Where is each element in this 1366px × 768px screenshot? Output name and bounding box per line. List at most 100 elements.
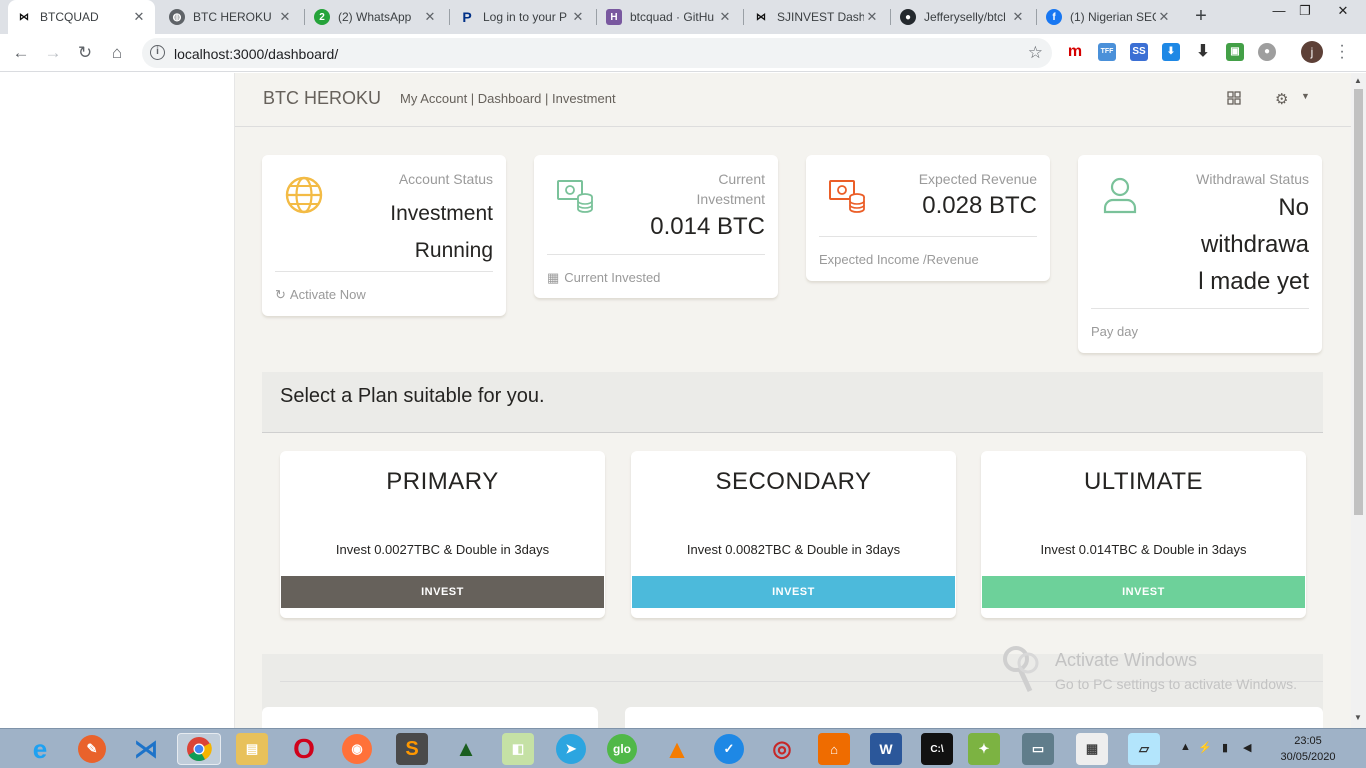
money-icon [557,180,593,213]
tab-github-jefferyselly[interactable]: ● Jefferyselly/btcl ✕ [892,0,1034,34]
m-extension-icon[interactable]: m [1066,43,1084,61]
cd-icon[interactable]: ◎ [766,733,798,765]
chrome-icon[interactable] [177,733,221,765]
network-status-icon[interactable]: ▮ [1222,741,1228,754]
url-text[interactable]: localhost:3000/dashboard/ [174,46,338,62]
opera-icon[interactable]: O [288,733,320,765]
invest-primary-button[interactable]: INVEST [281,576,604,608]
tab-separator [890,9,891,25]
green-extension-icon[interactable]: ▣ [1226,43,1244,61]
stat-footer-text: Current Invested [564,270,661,285]
browser-toolbar: ← → ↻ ⌂ i localhost:3000/dashboard/ ☆ m … [0,34,1366,72]
notepad-icon[interactable]: ▱ [1128,733,1160,765]
ss-extension-icon[interactable]: SS [1130,43,1148,61]
plan-card-primary: PRIMARY Invest 0.0027TBC & Double in 3da… [280,451,605,618]
profile-avatar[interactable]: j [1301,41,1323,63]
firefox-icon[interactable]: ◉ [342,734,372,764]
tab-btc-heroku[interactable]: ◍ BTC HEROKU ✕ [161,0,301,34]
stat-value: 0.014 BTC [650,213,765,240]
taskbar-clock[interactable]: 23:05 30/05/2020 [1278,733,1338,765]
tab-btcquad[interactable]: ⋈ BTCQUAD ✕ [8,0,155,34]
close-tab-icon[interactable]: ✕ [131,9,147,25]
close-tab-icon[interactable]: ✕ [717,9,733,25]
close-tab-icon[interactable]: ✕ [422,9,438,25]
chevron-down-icon[interactable]: ▼ [1301,91,1310,101]
site-info-icon[interactable]: i [150,45,165,60]
stat-card-account-status: Account Status Investment Running ↻ Activ… [262,155,506,316]
tab-separator [304,9,305,25]
back-icon[interactable]: ← [10,42,32,64]
reload-icon[interactable]: ↻ [74,42,96,64]
close-tab-icon[interactable]: ✕ [1156,9,1172,25]
stat-category: Current Investment [697,169,765,209]
file-explorer-icon[interactable]: ▤ [236,733,268,765]
tab-facebook[interactable]: f (1) Nigerian SEC ✕ [1038,0,1180,34]
tff-extension-icon[interactable]: TFF [1098,43,1116,61]
navbar-brand[interactable]: BTC HEROKU [263,88,381,109]
tool-icon[interactable]: ✎ [78,735,106,763]
breadcrumb: My Account | Dashboard | Investment [400,91,616,106]
tab-whatsapp[interactable]: 2 (2) WhatsApp ✕ [306,0,446,34]
calculator-icon[interactable]: ▦ [1076,733,1108,765]
plan-title: SECONDARY [715,468,872,495]
user-icon [1103,177,1137,214]
invest-ultimate-button[interactable]: INVEST [982,576,1305,608]
folder-icon[interactable]: ◧ [502,733,534,765]
stat-footer: Pay day [1091,324,1138,339]
dashboard-grid-icon[interactable] [1227,91,1241,109]
close-tab-icon[interactable]: ✕ [864,9,880,25]
rocket-icon[interactable]: ▲ [450,733,482,765]
tab-separator [1036,9,1037,25]
stat-footer[interactable]: ↻ Activate Now [275,287,366,303]
plan-description: Invest 0.014TBC & Double in 3days [1040,542,1247,557]
stat-category: Expected Revenue [918,171,1037,187]
download-extension-icon[interactable]: ⬇ [1162,43,1180,61]
browser-menu-icon[interactable]: · · · [1336,38,1348,66]
network-icon[interactable]: ⌂ [818,733,850,765]
close-tab-icon[interactable]: ✕ [570,9,586,25]
close-tab-icon[interactable]: ✕ [1010,9,1026,25]
check-icon[interactable]: ✓ [714,734,744,764]
activate-windows-watermark: Activate Windows Go to PC settings to ac… [1000,645,1320,695]
paint-icon[interactable]: ✦ [968,733,1000,765]
bookmark-star-icon[interactable]: ☆ [1028,43,1043,63]
tab-title: Jefferyselly/btcl [924,10,1006,24]
vscode-icon[interactable]: ⋊ [130,733,162,765]
sublime-icon[interactable]: S [396,733,428,765]
home-icon[interactable]: ⌂ [106,42,128,64]
scroll-down-icon[interactable]: ▼ [1354,713,1362,722]
address-bar[interactable]: i localhost:3000/dashboard/ ☆ [142,38,1052,68]
scroll-up-icon[interactable]: ▲ [1354,76,1362,85]
whatsapp-icon: 2 [314,9,330,25]
page-scrollbar[interactable]: ▲ ▼ [1351,73,1366,728]
browser-tab-strip: ⋈ BTCQUAD ✕ ◍ BTC HEROKU ✕ 2 (2) WhatsAp… [0,0,1366,34]
tab-paypal[interactable]: P Log in to your P ✕ [451,0,594,34]
glo-icon[interactable]: glo [607,734,637,764]
sidebar [0,73,234,728]
gray-extension-icon[interactable]: ● [1258,43,1276,61]
plans-header-title: Select a Plan suitable for you. [280,385,545,407]
stat-value-line: Investment [390,202,493,225]
computer-icon[interactable]: ▭ [1022,733,1054,765]
tab-title: btcquad · GitHu [630,10,715,24]
telegram-icon[interactable]: ➤ [556,734,586,764]
close-window-icon[interactable]: ✕ [1320,0,1366,30]
word-icon[interactable]: W [870,733,902,765]
show-hidden-icons-icon[interactable]: ▲ [1180,741,1191,753]
tab-github-btcquad[interactable]: H btcquad · GitHu ✕ [598,0,741,34]
scrollbar-thumb[interactable] [1354,89,1363,515]
power-icon[interactable]: ⚡ [1198,741,1212,754]
clock-date: 30/05/2020 [1280,751,1336,763]
invest-secondary-button[interactable]: INVEST [632,576,955,608]
download-icon[interactable]: ⬇ [1194,43,1212,61]
settings-gear-icon[interactable]: ⚙ [1275,90,1288,108]
volume-icon[interactable]: ◀ [1243,741,1251,754]
vlc-icon[interactable]: ▲ [661,733,693,765]
tab-sjinvest[interactable]: ⋈ SJINVEST Dashb ✕ [745,0,888,34]
ie-icon[interactable]: e [24,733,56,765]
close-tab-icon[interactable]: ✕ [277,9,293,25]
stat-value-line: No [1278,194,1309,221]
new-tab-button[interactable]: + [1189,5,1213,29]
terminal-icon[interactable]: C:\ [921,733,953,765]
forward-icon[interactable]: → [42,42,64,64]
